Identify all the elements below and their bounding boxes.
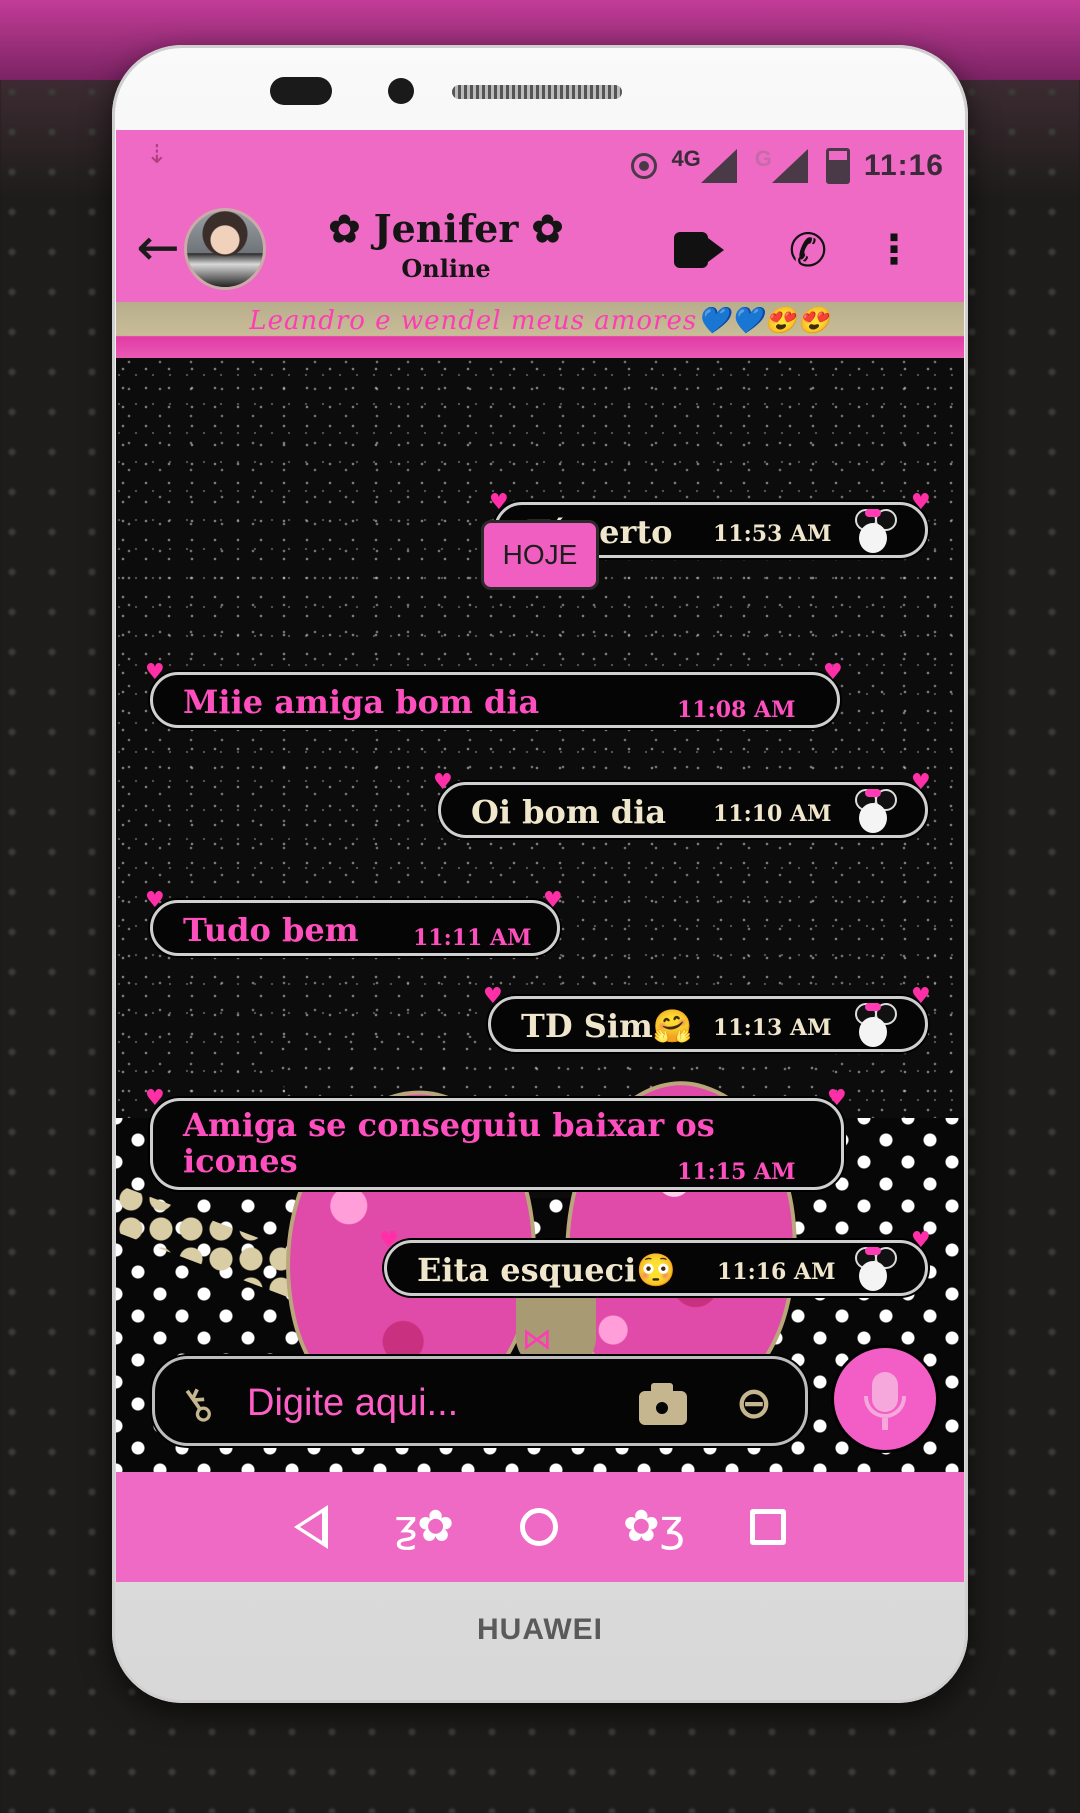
- attach-clip-icon[interactable]: ⊘: [713, 1363, 795, 1445]
- message-text: Oi bom dia: [471, 793, 667, 831]
- mouse-sticker-icon: [851, 789, 897, 837]
- phone-screen: ⇣ 4G G 11:16 ← ✿ Jenifer ✿ Online ✆ ⋮ Le…: [116, 130, 964, 1582]
- message-bubble-incoming[interactable]: ♥ ♥ Miie amiga bom dia 11:08 AM: [145, 661, 843, 728]
- heart-icon: ♥: [823, 659, 843, 685]
- message-text: Tudo bem: [183, 911, 359, 949]
- heart-icon: ♥: [379, 1227, 399, 1253]
- voice-record-button[interactable]: [834, 1348, 936, 1450]
- status-icons: 4G G 11:16: [631, 144, 944, 188]
- earpiece-speaker: [452, 85, 622, 99]
- heart-icon: ♥: [543, 887, 563, 913]
- nav-home-icon[interactable]: [520, 1508, 558, 1546]
- heart-icon: ♥: [911, 489, 931, 515]
- message-time: 11:53 AM: [713, 521, 832, 547]
- video-camera-lens: [708, 238, 724, 262]
- voice-call-icon[interactable]: ✆: [778, 222, 838, 278]
- message-bubble-incoming[interactable]: ♥ ♥ Tudo bem 11:11 AM: [145, 889, 563, 956]
- heart-icon: ♥: [145, 1085, 165, 1111]
- message-bubble-outgoing[interactable]: ♥ ♥ Oi bom dia 11:10 AM: [433, 771, 931, 838]
- heart-icon: ♥: [911, 983, 931, 1009]
- banner-text: Leandro e wendel meus amores💙💙😍😍: [249, 306, 831, 336]
- video-camera-body: [674, 232, 708, 268]
- flower-decoration-icon: ƺ✿: [394, 1501, 454, 1552]
- network-label-secondary: G: [754, 146, 772, 171]
- more-menu-icon[interactable]: ⋮: [874, 222, 914, 278]
- heart-icon: ♥: [911, 1227, 931, 1253]
- heart-icon: ♥: [483, 983, 503, 1009]
- signal-icon-secondary: [771, 149, 812, 183]
- status-clock: 11:16: [863, 149, 944, 182]
- contact-status: Online: [401, 254, 491, 283]
- nav-back-icon[interactable]: [294, 1505, 328, 1549]
- back-arrow-icon[interactable]: ←: [132, 218, 184, 278]
- message-text: Amiga se conseguiu baixar os icones: [183, 1106, 715, 1180]
- microphone-base: [882, 1418, 888, 1430]
- battery-icon: [825, 148, 850, 184]
- heart-icon: ♥: [489, 489, 509, 515]
- mouse-sticker-icon: [851, 1247, 897, 1295]
- contact-name[interactable]: ✿ Jenifer ✿: [286, 206, 606, 251]
- video-call-icon[interactable]: [668, 222, 728, 278]
- message-input[interactable]: [245, 1375, 629, 1431]
- message-time: 11:13 AM: [713, 1015, 832, 1041]
- status-bar: ⇣ 4G G 11:16: [116, 130, 964, 200]
- message-text: Miie amiga bom dia: [183, 683, 540, 721]
- nav-recents-icon[interactable]: [750, 1509, 786, 1545]
- heart-icon: ♥: [827, 1085, 847, 1111]
- front-camera: [388, 78, 414, 104]
- message-composer: ⋈ ⚷ ⊘: [152, 1325, 808, 1446]
- chat-header: ← ✿ Jenifer ✿ Online ✆ ⋮: [116, 200, 964, 302]
- download-icon: ⇣: [146, 140, 168, 170]
- bow-decoration-icon: ⋈: [522, 1322, 552, 1357]
- message-bubble-outgoing[interactable]: ♥ ♥ Eita esqueci😳 11:16 AM: [379, 1229, 931, 1296]
- message-time: 11:08 AM: [677, 697, 796, 723]
- hotspot-icon: [631, 153, 658, 179]
- flower-decoration-icon: ✿ʒ: [622, 1501, 686, 1552]
- brand-label: HUAWEI: [477, 1613, 603, 1646]
- message-text: TD Sim🤗: [521, 1007, 693, 1045]
- front-sensor: [270, 77, 332, 105]
- contact-avatar[interactable]: [184, 208, 266, 290]
- heart-icon: ♥: [911, 769, 931, 795]
- camera-icon[interactable]: [635, 1379, 691, 1429]
- wallpaper-banner: Leandro e wendel meus amores💙💙😍😍: [116, 302, 964, 358]
- message-time: 11:16 AM: [717, 1259, 836, 1285]
- system-nav-bar: ƺ✿ ✿ʒ: [116, 1472, 964, 1582]
- date-separator: HOJE: [481, 520, 599, 590]
- message-bubble-outgoing[interactable]: ♥ ♥ TD Sim🤗 11:13 AM: [483, 985, 931, 1052]
- signal-icon: [700, 149, 741, 183]
- heart-icon: ♥: [433, 769, 453, 795]
- key-icon[interactable]: ⚷: [158, 1366, 236, 1444]
- message-time: 11:15 AM: [677, 1159, 796, 1185]
- mouse-sticker-icon: [851, 1003, 897, 1051]
- message-bubble-incoming[interactable]: ♥ ♥ Amiga se conseguiu baixar os icones …: [145, 1087, 847, 1190]
- heart-icon: ♥: [145, 659, 165, 685]
- mouse-sticker-icon: [851, 509, 897, 557]
- message-time: 11:10 AM: [713, 801, 832, 827]
- message-time: 11:11 AM: [413, 925, 532, 951]
- message-text: Eita esqueci😳: [417, 1251, 677, 1289]
- network-label-primary: 4G: [671, 146, 701, 171]
- microphone-stand: [864, 1396, 906, 1418]
- heart-icon: ♥: [145, 887, 165, 913]
